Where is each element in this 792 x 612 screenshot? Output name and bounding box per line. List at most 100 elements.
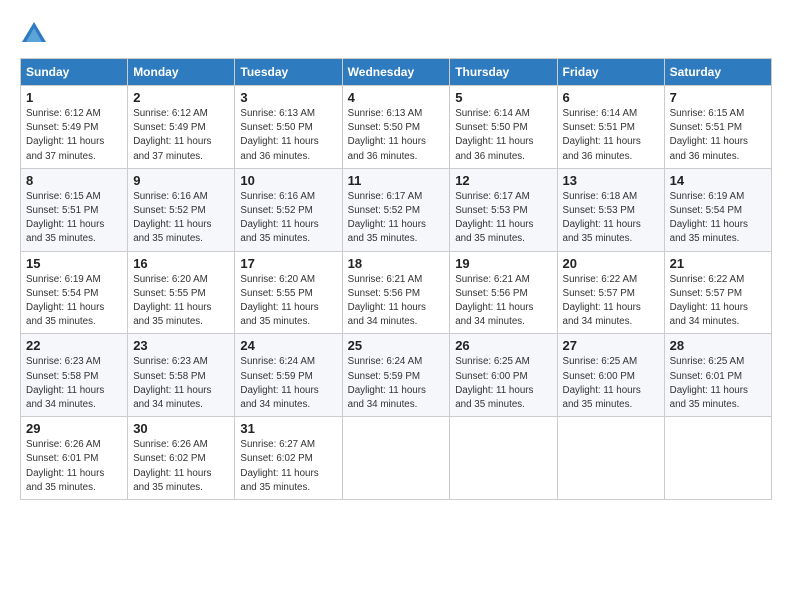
calendar-cell: 15Sunrise: 6:19 AM Sunset: 5:54 PM Dayli…: [21, 251, 128, 334]
dow-header: Wednesday: [342, 59, 450, 86]
calendar-cell: 18 Sunrise: 6:21 AM Sunset: 5:56 PM Dayli…: [342, 251, 450, 334]
logo-icon: [20, 20, 48, 48]
day-info: Sunrise: 6:14 AM Sunset: 5:51 PM Dayligh…: [563, 107, 659, 164]
calendar-cell: 3 Sunrise: 6:13 AM Sunset: 5:50 PM Daylig…: [235, 86, 342, 169]
calendar-week-row: 29 Sunrise: 6:26 AM Sunset: 6:01 PM Dayli…: [21, 417, 772, 500]
calendar-cell: 30 Sunrise: 6:26 AM Sunset: 6:02 PM Dayli…: [128, 417, 235, 500]
day-number: 8: [26, 173, 122, 188]
calendar-cell: [557, 417, 664, 500]
day-number: 20: [563, 256, 659, 271]
calendar-cell: 13 Sunrise: 6:18 AM Sunset: 5:53 PM Dayli…: [557, 168, 664, 251]
day-number: 17: [240, 256, 336, 271]
calendar-cell: [342, 417, 450, 500]
calendar-table: SundayMondayTuesdayWednesdayThursdayFrid…: [20, 58, 772, 500]
day-number: 13: [563, 173, 659, 188]
calendar-cell: [664, 417, 771, 500]
calendar-cell: 23 Sunrise: 6:23 AM Sunset: 5:58 PM Dayli…: [128, 334, 235, 417]
dow-header: Saturday: [664, 59, 771, 86]
calendar-cell: 4 Sunrise: 6:13 AM Sunset: 5:50 PM Daylig…: [342, 86, 450, 169]
page-header: [20, 20, 772, 48]
day-info: Sunrise: 6:24 AM Sunset: 5:59 PM Dayligh…: [348, 355, 445, 412]
day-info: Sunrise: 6:26 AM Sunset: 6:01 PM Dayligh…: [26, 438, 122, 495]
calendar-cell: 8 Sunrise: 6:15 AM Sunset: 5:51 PM Daylig…: [21, 168, 128, 251]
day-number: 30: [133, 421, 229, 436]
day-info: Sunrise: 6:20 AM Sunset: 5:55 PM Dayligh…: [240, 273, 336, 330]
day-number: 24: [240, 338, 336, 353]
day-number: 29: [26, 421, 122, 436]
day-info: Sunrise: 6:22 AM Sunset: 5:57 PM Dayligh…: [670, 273, 766, 330]
day-info: Sunrise: 6:15 AM Sunset: 5:51 PM Dayligh…: [670, 107, 766, 164]
day-info: Sunrise: 6:16 AM Sunset: 5:52 PM Dayligh…: [133, 190, 229, 247]
day-number: 25: [348, 338, 445, 353]
dow-header: Thursday: [450, 59, 557, 86]
calendar-cell: 19 Sunrise: 6:21 AM Sunset: 5:56 PM Dayli…: [450, 251, 557, 334]
calendar-cell: 28Sunrise: 6:25 AM Sunset: 6:01 PM Dayli…: [664, 334, 771, 417]
dow-header: Friday: [557, 59, 664, 86]
day-info: Sunrise: 6:18 AM Sunset: 5:53 PM Dayligh…: [563, 190, 659, 247]
day-number: 21: [670, 256, 766, 271]
day-info: Sunrise: 6:27 AM Sunset: 6:02 PM Dayligh…: [240, 438, 336, 495]
calendar-cell: 22 Sunrise: 6:23 AM Sunset: 5:58 PM Dayli…: [21, 334, 128, 417]
day-number: 23: [133, 338, 229, 353]
day-number: 14: [670, 173, 766, 188]
day-number: 5: [455, 90, 551, 105]
calendar-cell: [450, 417, 557, 500]
day-info: Sunrise: 6:23 AM Sunset: 5:58 PM Dayligh…: [26, 355, 122, 412]
calendar-cell: 16Sunrise: 6:20 AM Sunset: 5:55 PM Dayli…: [128, 251, 235, 334]
calendar-cell: 12Sunrise: 6:17 AM Sunset: 5:53 PM Dayli…: [450, 168, 557, 251]
day-number: 11: [348, 173, 445, 188]
dow-header: Sunday: [21, 59, 128, 86]
day-info: Sunrise: 6:15 AM Sunset: 5:51 PM Dayligh…: [26, 190, 122, 247]
calendar-cell: 2 Sunrise: 6:12 AM Sunset: 5:49 PM Daylig…: [128, 86, 235, 169]
day-info: Sunrise: 6:21 AM Sunset: 5:56 PM Dayligh…: [455, 273, 551, 330]
day-number: 15: [26, 256, 122, 271]
calendar-cell: 21 Sunrise: 6:22 AM Sunset: 5:57 PM Dayli…: [664, 251, 771, 334]
day-number: 27: [563, 338, 659, 353]
day-info: Sunrise: 6:24 AM Sunset: 5:59 PM Dayligh…: [240, 355, 336, 412]
day-number: 4: [348, 90, 445, 105]
calendar-cell: 7Sunrise: 6:15 AM Sunset: 5:51 PM Daylig…: [664, 86, 771, 169]
day-info: Sunrise: 6:23 AM Sunset: 5:58 PM Dayligh…: [133, 355, 229, 412]
day-number: 6: [563, 90, 659, 105]
calendar-cell: 11 Sunrise: 6:17 AM Sunset: 5:52 PM Dayli…: [342, 168, 450, 251]
day-number: 2: [133, 90, 229, 105]
calendar-week-row: 15Sunrise: 6:19 AM Sunset: 5:54 PM Dayli…: [21, 251, 772, 334]
day-number: 31: [240, 421, 336, 436]
calendar-cell: 9 Sunrise: 6:16 AM Sunset: 5:52 PM Daylig…: [128, 168, 235, 251]
day-info: Sunrise: 6:13 AM Sunset: 5:50 PM Dayligh…: [240, 107, 336, 164]
day-info: Sunrise: 6:25 AM Sunset: 6:00 PM Dayligh…: [563, 355, 659, 412]
day-number: 10: [240, 173, 336, 188]
calendar-week-row: 22 Sunrise: 6:23 AM Sunset: 5:58 PM Dayli…: [21, 334, 772, 417]
day-info: Sunrise: 6:26 AM Sunset: 6:02 PM Dayligh…: [133, 438, 229, 495]
day-number: 18: [348, 256, 445, 271]
day-number: 9: [133, 173, 229, 188]
day-number: 3: [240, 90, 336, 105]
calendar-cell: 31 Sunrise: 6:27 AM Sunset: 6:02 PM Dayli…: [235, 417, 342, 500]
day-info: Sunrise: 6:13 AM Sunset: 5:50 PM Dayligh…: [348, 107, 445, 164]
calendar-cell: 20 Sunrise: 6:22 AM Sunset: 5:57 PM Dayli…: [557, 251, 664, 334]
day-number: 19: [455, 256, 551, 271]
calendar-week-row: 1 Sunrise: 6:12 AM Sunset: 5:49 PM Daylig…: [21, 86, 772, 169]
calendar-cell: 25 Sunrise: 6:24 AM Sunset: 5:59 PM Dayli…: [342, 334, 450, 417]
logo: [20, 20, 50, 48]
calendar-body: 1 Sunrise: 6:12 AM Sunset: 5:49 PM Daylig…: [21, 86, 772, 500]
calendar-cell: 5 Sunrise: 6:14 AM Sunset: 5:50 PM Daylig…: [450, 86, 557, 169]
calendar-cell: 17 Sunrise: 6:20 AM Sunset: 5:55 PM Dayli…: [235, 251, 342, 334]
calendar-cell: 27 Sunrise: 6:25 AM Sunset: 6:00 PM Dayli…: [557, 334, 664, 417]
day-info: Sunrise: 6:14 AM Sunset: 5:50 PM Dayligh…: [455, 107, 551, 164]
day-number: 1: [26, 90, 122, 105]
calendar-week-row: 8 Sunrise: 6:15 AM Sunset: 5:51 PM Daylig…: [21, 168, 772, 251]
day-info: Sunrise: 6:25 AM Sunset: 6:00 PM Dayligh…: [455, 355, 551, 412]
day-number: 26: [455, 338, 551, 353]
day-info: Sunrise: 6:16 AM Sunset: 5:52 PM Dayligh…: [240, 190, 336, 247]
calendar-cell: 24 Sunrise: 6:24 AM Sunset: 5:59 PM Dayli…: [235, 334, 342, 417]
day-info: Sunrise: 6:20 AM Sunset: 5:55 PM Dayligh…: [133, 273, 229, 330]
day-number: 22: [26, 338, 122, 353]
day-info: Sunrise: 6:17 AM Sunset: 5:52 PM Dayligh…: [348, 190, 445, 247]
calendar-cell: 6 Sunrise: 6:14 AM Sunset: 5:51 PM Daylig…: [557, 86, 664, 169]
day-info: Sunrise: 6:21 AM Sunset: 5:56 PM Dayligh…: [348, 273, 445, 330]
day-number: 28: [670, 338, 766, 353]
dow-header: Monday: [128, 59, 235, 86]
day-info: Sunrise: 6:22 AM Sunset: 5:57 PM Dayligh…: [563, 273, 659, 330]
day-info: Sunrise: 6:12 AM Sunset: 5:49 PM Dayligh…: [133, 107, 229, 164]
